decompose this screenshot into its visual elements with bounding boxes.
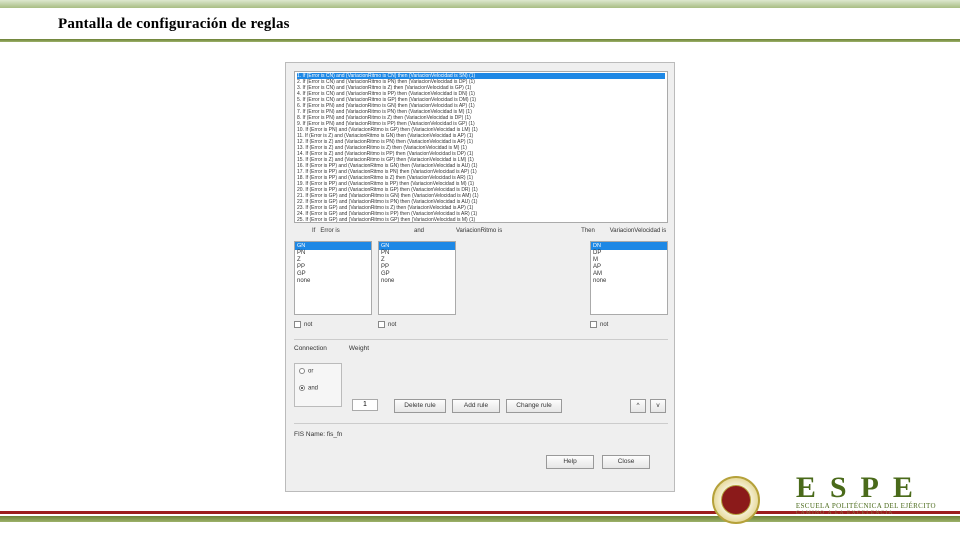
espe-crest-icon [712, 476, 760, 524]
listbox-item[interactable]: GP [379, 271, 455, 278]
listbox-item[interactable]: M [591, 257, 667, 264]
not-vr-checkbox[interactable]: not [378, 321, 456, 328]
page-title: Pantalla de configuración de reglas [58, 16, 960, 33]
add-rule-button[interactable]: Add rule [452, 399, 500, 413]
listbox-item[interactable]: PN [379, 250, 455, 257]
error-listbox[interactable]: GNPNZPPGPnone [294, 241, 372, 315]
connection-group: or and [294, 363, 342, 407]
listbox-item[interactable]: PN [295, 250, 371, 257]
listbox-item[interactable]: none [591, 278, 667, 285]
listbox-item[interactable]: Z [295, 257, 371, 264]
and-radio[interactable]: and [299, 385, 337, 392]
listbox-item[interactable]: DP [591, 250, 667, 257]
listbox-item[interactable]: AP [591, 264, 667, 271]
or-radio[interactable]: or [299, 368, 337, 375]
delete-rule-button[interactable]: Delete rule [394, 399, 446, 413]
listbox-item[interactable]: none [379, 278, 455, 285]
espe-logo: ESPE ESCUELA POLITÉCNICA DEL EJÉRCITO CA… [796, 474, 936, 516]
rule-editor-window: 1. If (Error is CN) and (VariacionRitmo … [285, 62, 675, 492]
listbox-selected[interactable]: GN [295, 242, 371, 250]
listbox-selected[interactable]: GN [379, 242, 455, 250]
condition-header-row: If Error is and VariacionRitmo is Then V… [294, 228, 668, 238]
listbox-item[interactable]: AM [591, 271, 667, 278]
weight-label: Weight [349, 345, 369, 352]
listbox-item[interactable]: PP [295, 264, 371, 271]
not-error-checkbox[interactable]: not [294, 321, 372, 328]
fis-name-label: FIS Name: fis_fn [294, 431, 342, 438]
variacionritmo-listbox[interactable]: GNPNZPPGPnone [378, 241, 456, 315]
variacionvelocidad-listbox[interactable]: DNDPMAPAMnone [590, 241, 668, 315]
listbox-item[interactable]: PP [379, 264, 455, 271]
weight-input[interactable]: 1 [352, 399, 378, 411]
connection-label: Connection [294, 345, 327, 352]
listbox-item[interactable]: none [295, 278, 371, 285]
change-rule-button[interactable]: Change rule [506, 399, 562, 413]
rule-up-button[interactable]: ^ [630, 399, 646, 413]
listbox-item[interactable]: Z [379, 257, 455, 264]
not-vv-checkbox[interactable]: not [590, 321, 668, 328]
listbox-item[interactable]: GP [295, 271, 371, 278]
close-button[interactable]: Close [602, 455, 650, 469]
rules-listbox[interactable]: 1. If (Error is CN) and (VariacionRitmo … [294, 71, 668, 223]
listbox-selected[interactable]: DN [591, 242, 667, 250]
rule-row[interactable]: 25. If (Error is GP) and (VariacionRitmo… [297, 217, 665, 223]
help-button[interactable]: Help [546, 455, 594, 469]
rule-down-button[interactable]: v [650, 399, 666, 413]
